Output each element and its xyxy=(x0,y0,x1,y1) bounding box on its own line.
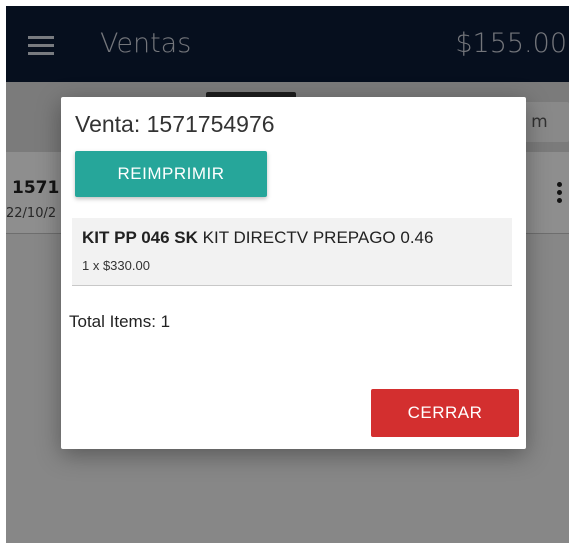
item-description: KIT DIRECTV PREPAGO 0.46 xyxy=(202,228,434,247)
dialog-title: Venta: 1571754976 xyxy=(75,111,275,137)
list-item: KIT PP 046 SK KIT DIRECTV PREPAGO 0.46 1… xyxy=(72,218,512,286)
reprint-button[interactable]: REIMPRIMIR xyxy=(75,151,267,197)
item-name: KIT PP 046 SK KIT DIRECTV PREPAGO 0.46 xyxy=(82,228,512,248)
close-button[interactable]: CERRAR xyxy=(371,389,519,437)
item-quantity-price: 1 x $330.00 xyxy=(82,258,150,273)
sale-detail-dialog: Venta: 1571754976 REIMPRIMIR KIT PP 046 … xyxy=(61,97,526,449)
item-code: KIT PP 046 SK xyxy=(82,228,198,247)
total-items: Total Items: 1 xyxy=(69,312,171,331)
